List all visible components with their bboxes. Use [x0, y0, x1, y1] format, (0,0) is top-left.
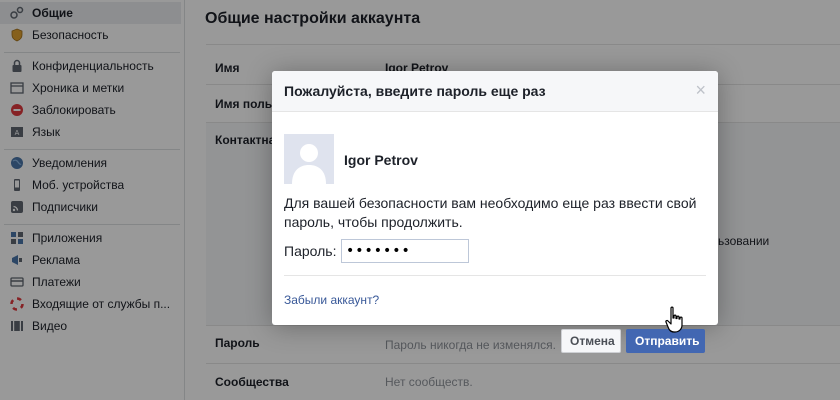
cancel-button[interactable]: Отмена: [561, 329, 621, 353]
forgot-account-link[interactable]: Забыли аккаунт?: [284, 293, 379, 307]
dialog-message: Для вашей безопасности вам необходимо ещ…: [284, 195, 697, 230]
dialog-divider: [284, 275, 706, 276]
avatar: [284, 134, 334, 184]
dialog-username: Igor Petrov: [344, 152, 418, 168]
password-input[interactable]: [341, 239, 469, 263]
close-icon[interactable]: ×: [695, 81, 706, 99]
hand-cursor-icon: [665, 306, 683, 333]
default-avatar-icon: [284, 134, 334, 184]
dialog-title: Пожалуйста, введите пароль еще раз: [284, 83, 546, 99]
reauth-dialog: Пожалуйста, введите пароль еще раз × Igo…: [272, 71, 718, 353]
password-label: Пароль:: [284, 243, 337, 259]
dialog-header: Пожалуйста, введите пароль еще раз ×: [272, 71, 718, 112]
